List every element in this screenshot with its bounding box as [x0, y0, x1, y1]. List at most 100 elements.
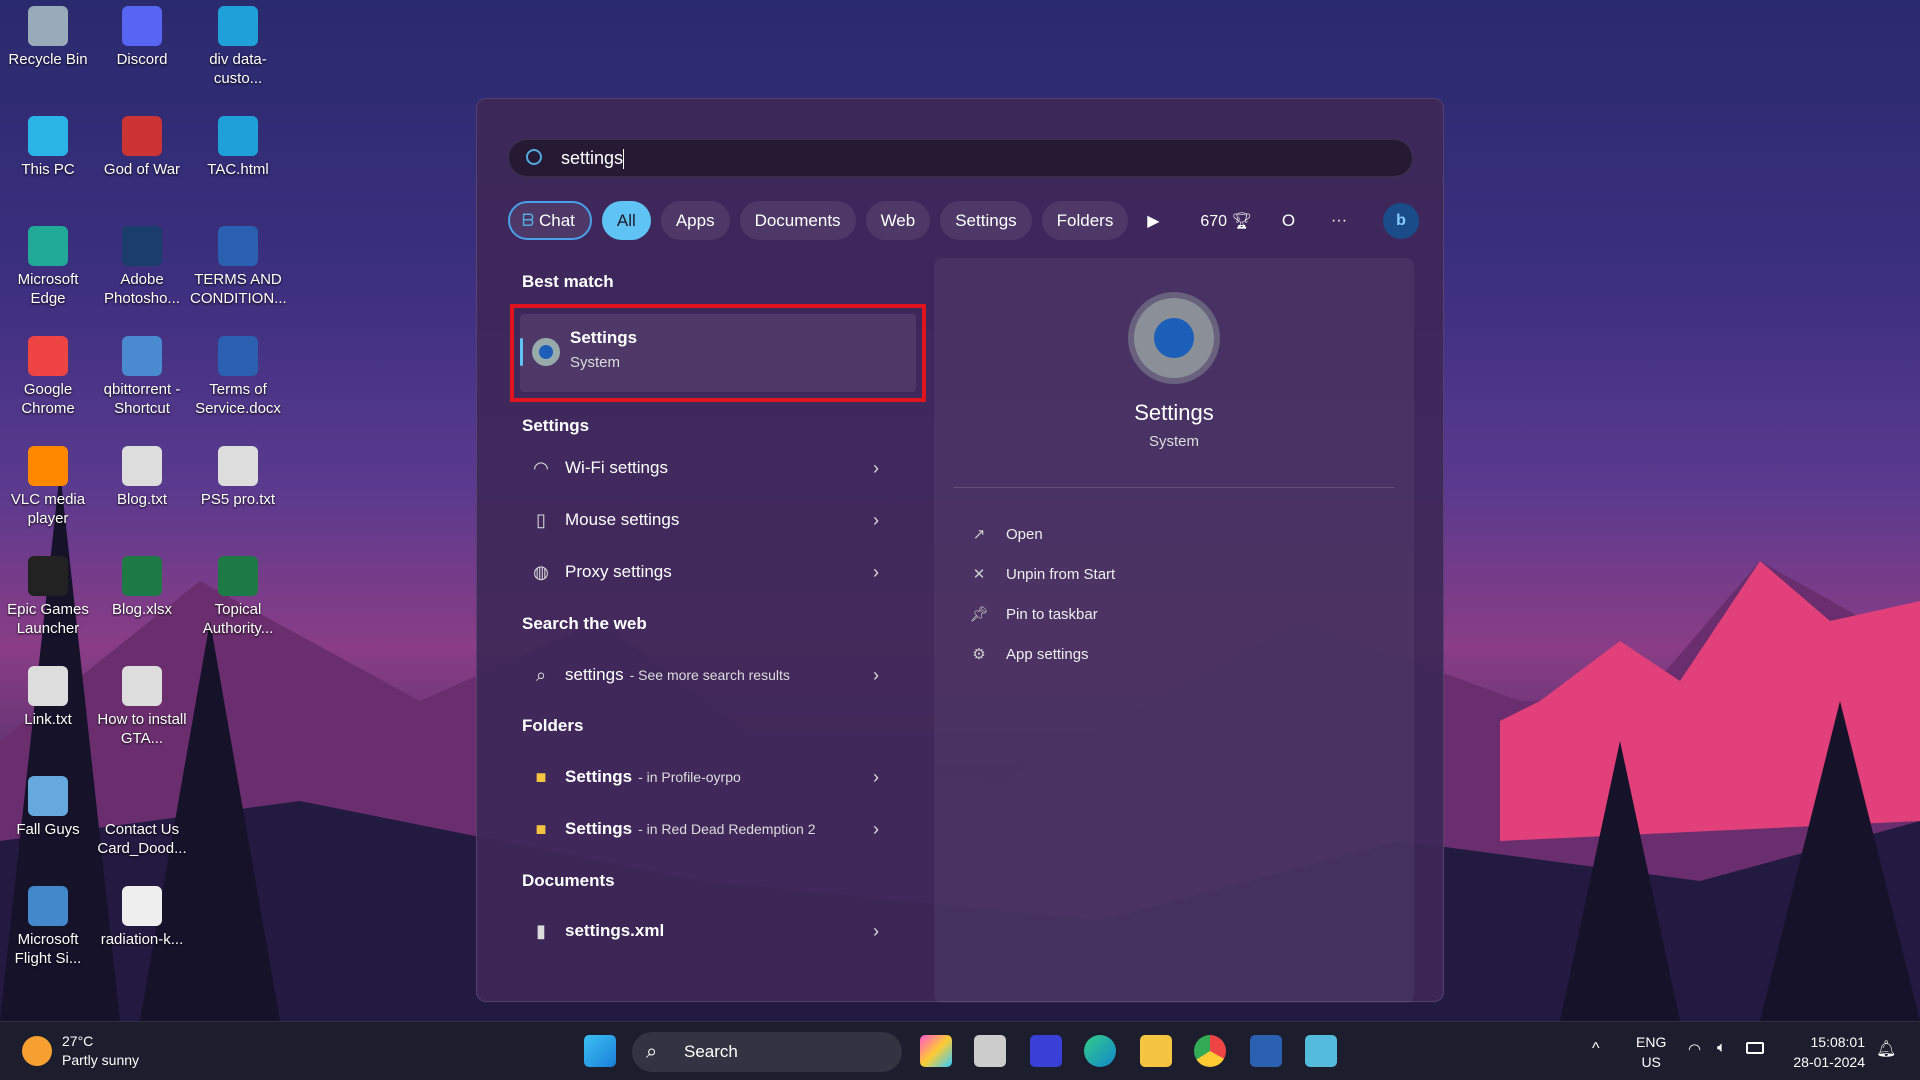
filter-folders[interactable]: Folders	[1041, 201, 1129, 240]
desktop-icon[interactable]: div data-custo...	[190, 6, 286, 88]
desktop-icon-image	[122, 336, 162, 376]
desktop-icon-image	[28, 6, 68, 46]
filter-web[interactable]: Web	[865, 201, 931, 240]
battery-icon[interactable]	[1746, 1042, 1764, 1054]
best-match-item[interactable]: Settings System	[520, 314, 916, 392]
settings-app-icon	[1134, 298, 1214, 378]
desktop-icon[interactable]: VLC media player	[0, 446, 96, 528]
wifi-icon: ◠	[533, 457, 549, 478]
desktop-icon-label: VLC media player	[10, 491, 86, 527]
show-hidden-icons[interactable]: ^	[1592, 1040, 1600, 1058]
desktop-icon-label: Discord	[116, 51, 168, 68]
gear-icon: ⚙	[972, 646, 986, 663]
chevron-right-icon: ›	[873, 920, 879, 941]
desktop-icon-label: Link.txt	[24, 711, 72, 728]
bing-button[interactable]: b	[1383, 202, 1420, 239]
file-icon: ▮	[536, 920, 546, 941]
notification-bell-icon[interactable]: 🔔︎	[1876, 1039, 1896, 1059]
filter-chat[interactable]: ᗷ Chat	[508, 201, 592, 240]
desktop-icon[interactable]: This PC	[0, 116, 96, 179]
result-proxy-settings[interactable]: ◍ Proxy settings ›	[515, 547, 907, 597]
desktop-icon-label: Contact Us Card_Dood...	[97, 821, 187, 857]
task-view-icon[interactable]	[974, 1035, 1006, 1067]
clock[interactable]: 15:08:01 28-01-2024	[1785, 1032, 1865, 1072]
desktop-icon[interactable]: Contact Us Card_Dood...	[94, 776, 190, 858]
search-input[interactable]: settings	[508, 139, 1413, 177]
desktop-icon-image	[28, 886, 68, 926]
play-icon[interactable]: ▶	[1138, 211, 1168, 231]
desktop-icon-label: God of War	[103, 161, 181, 178]
edge-icon[interactable]	[1084, 1035, 1116, 1067]
desktop-icon-label: Microsoft Flight Si...	[14, 931, 82, 967]
chrome-icon[interactable]	[1194, 1035, 1226, 1067]
settings-gear-icon	[532, 338, 560, 366]
action-open[interactable]: ↗ Open	[968, 525, 1043, 544]
desktop-icon[interactable]: Recycle Bin	[0, 6, 96, 69]
trophy-icon: 🏆︎	[1231, 212, 1252, 230]
result-folder-rdr2[interactable]: ■ Settings - in Red Dead Redemption 2 ›	[515, 804, 907, 854]
desktop-icon[interactable]: Google Chrome	[0, 336, 96, 418]
desktop-icon[interactable]: PS5 pro.txt	[190, 446, 286, 509]
desktop-icon-image	[218, 336, 258, 376]
result-mouse-settings[interactable]: ▯ Mouse settings ›	[515, 495, 907, 545]
chevron-right-icon: ›	[873, 561, 879, 582]
start-button[interactable]	[584, 1035, 616, 1067]
desktop-icon[interactable]: radiation-k...	[94, 886, 190, 949]
desktop-icon[interactable]: How to install GTA...	[94, 666, 190, 748]
desktop-icon[interactable]: Microsoft Edge	[0, 226, 96, 308]
copilot-icon[interactable]	[920, 1035, 952, 1067]
action-app-settings[interactable]: ⚙ App settings	[968, 645, 1088, 664]
volume-icon[interactable]: 🔈︎	[1717, 1039, 1726, 1056]
filter-apps[interactable]: Apps	[660, 201, 730, 240]
weather-widget[interactable]: 27°C Partly sunny	[22, 1032, 139, 1070]
desktop-icon[interactable]: Epic Games Launcher	[0, 556, 96, 638]
search-icon: ⌕	[535, 664, 547, 685]
desktop-icon-label: qbittorrent - Shortcut	[103, 381, 181, 417]
taskbar-search[interactable]: ⌕ Search	[632, 1032, 902, 1072]
desktop-icon-label: div data-custo...	[209, 51, 267, 87]
action-pin-taskbar[interactable]: 📌︎ Pin to taskbar	[968, 605, 1097, 624]
desktop-icon[interactable]: Microsoft Flight Si...	[0, 886, 96, 968]
wifi-icon[interactable]: ◠	[1688, 1040, 1701, 1058]
action-unpin-start[interactable]: ✕ Unpin from Start	[968, 565, 1116, 584]
word-icon[interactable]	[1250, 1035, 1282, 1067]
divider	[954, 487, 1394, 488]
desktop-icon[interactable]: TAC.html	[190, 116, 286, 179]
desktop-icon[interactable]: Fall Guys	[0, 776, 96, 839]
result-folder-profile[interactable]: ■ Settings - in Profile-oyrpo ›	[515, 752, 907, 802]
desktop-icon[interactable]: Terms of Service.docx	[190, 336, 286, 418]
filter-settings[interactable]: Settings	[940, 201, 1032, 240]
filter-all[interactable]: All	[601, 201, 651, 240]
desktop-icon[interactable]: Discord	[94, 6, 190, 69]
result-settings-xml[interactable]: ▮ settings.xml ›	[515, 906, 907, 956]
notepad-icon[interactable]	[1305, 1035, 1337, 1067]
search-web-header: Search the web	[522, 614, 647, 633]
filter-documents[interactable]: Documents	[739, 201, 856, 240]
folder-icon: ■	[535, 818, 547, 839]
profile-button[interactable]: O	[1282, 211, 1295, 231]
desktop-icon[interactable]: Topical Authority...	[190, 556, 286, 638]
file-explorer-icon[interactable]	[1140, 1035, 1172, 1067]
desktop-icon-image	[28, 776, 68, 816]
desktop-icon[interactable]: Blog.xlsx	[94, 556, 190, 619]
desktop-icon-image	[218, 226, 258, 266]
chevron-right-icon: ›	[873, 664, 879, 685]
language-indicator[interactable]: ENG US	[1636, 1032, 1666, 1072]
search-query: settings	[561, 148, 624, 168]
desktop-icon[interactable]: Blog.txt	[94, 446, 190, 509]
desktop-icon[interactable]: TERMS AND CONDITION...	[190, 226, 287, 308]
desktop-icon-label: Terms of Service.docx	[195, 381, 281, 417]
rewards-points[interactable]: 670 🏆︎	[1200, 211, 1251, 231]
desktop-icon-label: Adobe Photosho...	[104, 271, 180, 307]
desktop-icon[interactable]: Adobe Photosho...	[94, 226, 190, 308]
start-search-panel: settings ᗷ Chat All Apps Documents Web S…	[476, 98, 1444, 1003]
search-icon: ⌕	[646, 1041, 658, 1063]
result-web-search[interactable]: ⌕ settings - See more search results ›	[515, 650, 907, 700]
result-wifi-settings[interactable]: ◠ Wi-Fi settings ›	[515, 443, 907, 493]
app-icon[interactable]	[1030, 1035, 1062, 1067]
desktop-icon[interactable]: God of War	[94, 116, 190, 179]
desktop-icon[interactable]: Link.txt	[0, 666, 96, 729]
more-options-button[interactable]: ···	[1331, 212, 1347, 230]
pin-icon: 📌︎	[969, 606, 989, 623]
desktop-icon[interactable]: qbittorrent - Shortcut	[94, 336, 190, 418]
